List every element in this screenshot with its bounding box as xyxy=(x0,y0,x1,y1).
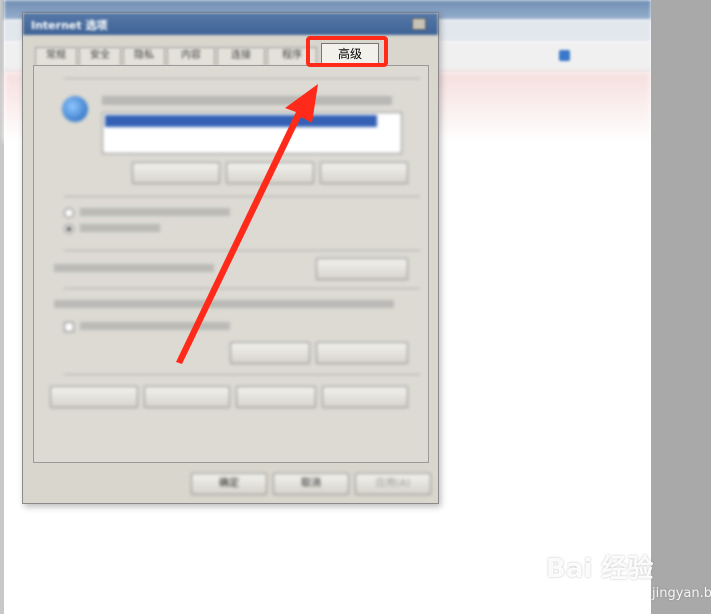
watermark-main-text: Bai 经验 xyxy=(546,554,654,584)
dialog-title: Internet 选项 xyxy=(31,19,108,32)
internet-options-dialog: Internet 选项 常规 安全 隐私 内容 连接 程序 高级 确定 取消 应… xyxy=(22,12,439,504)
tab-security[interactable]: 安全 xyxy=(79,47,121,65)
advanced-tab-highlight xyxy=(306,36,388,67)
divider xyxy=(64,78,420,79)
tab-connections[interactable]: 连接 xyxy=(217,47,265,65)
baidu-jingyan-watermark: Bai 经验 jingyan.baidu.com xyxy=(540,538,711,608)
globe-icon xyxy=(62,96,88,122)
startup-option-text xyxy=(80,224,160,232)
tab-content[interactable]: 内容 xyxy=(167,47,215,65)
cancel-button[interactable]: 取消 xyxy=(273,473,349,495)
general-tab-panel xyxy=(33,65,429,463)
ok-button[interactable]: 确定 xyxy=(191,473,267,495)
languages-button[interactable] xyxy=(144,386,230,408)
fonts-button[interactable] xyxy=(236,386,316,408)
homepage-url-selection xyxy=(105,115,377,127)
startup-option-text xyxy=(80,208,230,216)
right-gray-strip xyxy=(651,0,711,614)
delete-history-on-exit-checkbox[interactable] xyxy=(64,322,74,332)
screenshot: Internet 选项 常规 安全 隐私 内容 连接 程序 高级 确定 取消 应… xyxy=(0,0,711,614)
startup-radio-last-session[interactable] xyxy=(64,208,74,218)
favorites-item[interactable] xyxy=(559,50,574,63)
homepage-url-textbox[interactable] xyxy=(102,112,402,154)
divider xyxy=(64,288,420,289)
colors-button[interactable] xyxy=(50,386,138,408)
checkbox-label xyxy=(80,322,230,330)
use-new-tab-button[interactable] xyxy=(320,162,408,184)
divider xyxy=(64,250,420,251)
tab-privacy[interactable]: 隐私 xyxy=(123,47,165,65)
tab-general[interactable]: 常规 xyxy=(35,47,77,65)
history-settings-button[interactable] xyxy=(316,342,408,364)
delete-button[interactable] xyxy=(230,342,310,364)
close-icon[interactable] xyxy=(412,18,426,30)
tabs-description xyxy=(54,264,214,272)
use-current-button[interactable] xyxy=(132,162,220,184)
tabs-settings-button[interactable] xyxy=(316,258,408,280)
divider xyxy=(64,374,420,375)
accessibility-button[interactable] xyxy=(322,386,408,408)
startup-radio-homepage[interactable] xyxy=(64,224,74,234)
history-description xyxy=(54,300,394,308)
homepage-description xyxy=(102,96,392,105)
use-default-button[interactable] xyxy=(226,162,314,184)
apply-button[interactable]: 应用(A) xyxy=(355,473,431,495)
dialog-title-bar: Internet 选项 xyxy=(23,13,438,35)
divider xyxy=(64,196,420,197)
watermark-url: jingyan.baidu.com xyxy=(652,586,711,601)
ie-icon xyxy=(559,50,570,61)
